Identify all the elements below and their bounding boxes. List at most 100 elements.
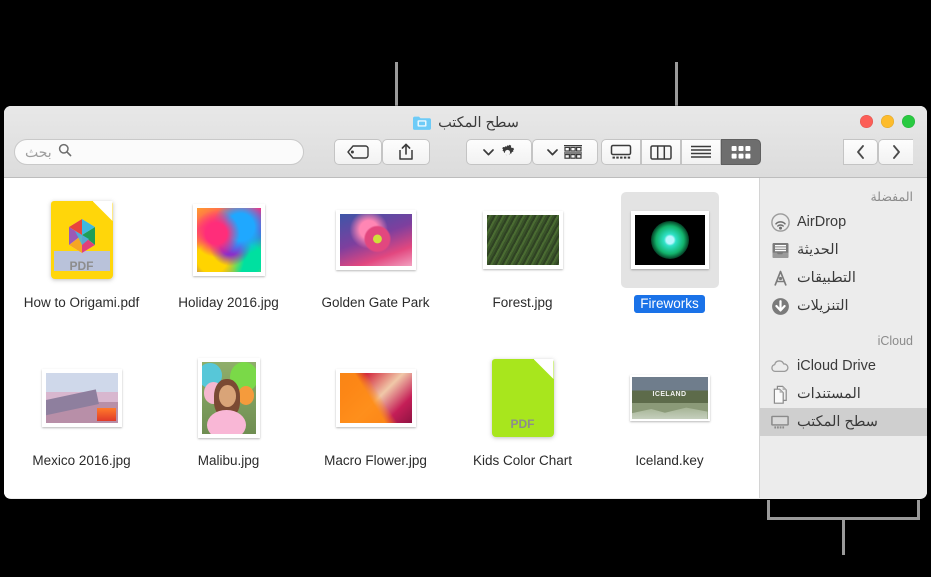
thumbnail-container: [188, 350, 270, 446]
sidebar-item-desktop[interactable]: سطح المكتب: [760, 408, 927, 436]
sidebar-item-applications[interactable]: التطبيقات: [760, 264, 927, 292]
tag-button[interactable]: [334, 139, 382, 165]
sidebar-item-label: الحديثة: [797, 242, 839, 258]
recents-tray-icon: [770, 240, 790, 260]
icon-view-button[interactable]: [721, 139, 761, 165]
search-placeholder: بحث: [25, 143, 52, 160]
file-item-macro-flower[interactable]: Macro Flower.jpg: [302, 344, 449, 499]
file-label: Malibu.jpg: [197, 453, 260, 468]
file-grid[interactable]: PDF How to Origami.pdf Holiday 2016.jpg: [4, 178, 759, 498]
screenshot-canvas: سطح المكتب بحث المفضلة AirDrop الحديثة ا…: [0, 0, 931, 577]
thumbnail-container: [183, 192, 275, 288]
sidebar-section-header-favorites: المفضلة: [870, 190, 913, 204]
sidebar-item-downloads[interactable]: التنزيلات: [760, 292, 927, 320]
file-label: Holiday 2016.jpg: [178, 295, 279, 310]
photo-thumbnail: [192, 204, 265, 276]
arrange-menu-button[interactable]: [532, 139, 598, 165]
sidebar-item-label: سطح المكتب: [797, 414, 878, 430]
file-item-mexico-2016[interactable]: Mexico 2016.jpg: [8, 344, 155, 499]
forward-button[interactable]: [878, 139, 913, 165]
list-view-button[interactable]: [681, 139, 721, 165]
thumbnail-container: PDF: [41, 192, 123, 288]
sidebar-item-label: التنزيلات: [797, 298, 849, 314]
tag-share-group[interactable]: [334, 139, 440, 165]
pdf-document-icon: PDF: [50, 201, 113, 279]
thumbnail-container: [326, 192, 426, 288]
cover-flow-view-button[interactable]: [601, 139, 641, 165]
photo-thumbnail: [630, 211, 709, 269]
sidebar-item-label: AirDrop: [797, 214, 847, 230]
back-button[interactable]: [843, 139, 878, 165]
file-label: Macro Flower.jpg: [324, 453, 427, 468]
thumbnail-container: PDF: [482, 350, 564, 446]
keynote-thumbnail: ICELAND: [629, 375, 710, 421]
menu-buttons-group[interactable]: [466, 139, 608, 165]
photo-thumbnail: [335, 369, 416, 427]
photo-thumbnail: [335, 210, 416, 270]
column-view-button[interactable]: [641, 139, 681, 165]
file-label: Golden Gate Park: [321, 295, 430, 310]
file-item-kids-color-chart[interactable]: PDF Kids Color Chart: [449, 344, 596, 499]
sidebar-section-header-icloud: iCloud: [877, 334, 913, 348]
gear-icon: [501, 144, 514, 155]
chevron-down-icon: [547, 148, 558, 155]
zoom-button[interactable]: [902, 115, 915, 128]
view-mode-group[interactable]: [601, 139, 761, 165]
minimize-button[interactable]: [881, 115, 894, 128]
sidebar-item-icloud-drive[interactable]: iCloud Drive: [760, 352, 927, 380]
airdrop-icon: [770, 212, 790, 232]
cover-flow-icon: [610, 144, 632, 159]
sidebar: المفضلة AirDrop الحديثة التطبيقات التنزي…: [759, 178, 927, 498]
file-item-forest[interactable]: Forest.jpg: [449, 186, 596, 344]
file-item-fireworks[interactable]: Fireworks: [596, 186, 743, 344]
search-input[interactable]: بحث: [14, 139, 304, 165]
file-item-holiday-2016[interactable]: Holiday 2016.jpg: [155, 186, 302, 344]
file-item-iceland-key[interactable]: ICELAND Iceland.key: [596, 344, 743, 499]
file-label: How to Origami.pdf: [23, 295, 140, 310]
thumbnail-container-selected: [620, 192, 719, 288]
callout-tick-sidebar-b: [917, 500, 920, 518]
window-title-row: سطح المكتب: [4, 110, 927, 136]
callout-tick-sidebar-a: [767, 500, 770, 518]
file-item-how-to-origami[interactable]: PDF How to Origami.pdf: [8, 186, 155, 344]
search-icon: [58, 143, 72, 162]
group-items-icon: [564, 145, 582, 159]
file-label: Kids Color Chart: [472, 453, 573, 468]
finder-window: سطح المكتب بحث المفضلة AirDrop الحديثة ا…: [4, 106, 927, 499]
sidebar-item-label: iCloud Drive: [797, 358, 876, 374]
file-row: Mexico 2016.jpg Malibu.jpg Macro Flower.…: [8, 344, 755, 499]
sidebar-item-label: المستندات: [797, 386, 861, 402]
close-button[interactable]: [860, 115, 873, 128]
thumbnail-container: [326, 350, 426, 446]
callout-line-sidebar: [842, 517, 845, 555]
applications-icon: [770, 268, 790, 288]
list-view-icon: [691, 145, 711, 158]
window-controls[interactable]: [860, 115, 915, 128]
page-title: سطح المكتب: [438, 115, 519, 131]
pdf-document-icon: PDF: [491, 359, 554, 437]
documents-icon: [770, 384, 790, 404]
window-titlebar: سطح المكتب بحث: [4, 106, 927, 178]
downloads-arrow-icon: [770, 296, 790, 316]
file-row: PDF How to Origami.pdf Holiday 2016.jpg: [8, 186, 755, 344]
column-view-icon: [650, 144, 672, 160]
pdf-badge-label: PDF: [510, 417, 535, 431]
photo-thumbnail: [482, 211, 563, 269]
sidebar-item-airdrop[interactable]: AirDrop: [760, 208, 927, 236]
sidebar-item-documents[interactable]: المستندات: [760, 380, 927, 408]
share-button[interactable]: [382, 139, 430, 165]
desktop-icon: [770, 412, 790, 432]
action-menu-button[interactable]: [466, 139, 532, 165]
cloud-icon: [770, 356, 790, 376]
file-label: Mexico 2016.jpg: [32, 453, 131, 468]
window-body: المفضلة AirDrop الحديثة التطبيقات التنزي…: [4, 178, 927, 498]
file-item-golden-gate-park[interactable]: Golden Gate Park: [302, 186, 449, 344]
sidebar-item-recents[interactable]: الحديثة: [760, 236, 927, 264]
file-label: Forest.jpg: [492, 295, 553, 310]
thumbnail-container: [32, 350, 132, 446]
navigation-buttons[interactable]: [843, 139, 913, 165]
file-item-malibu[interactable]: Malibu.jpg: [155, 344, 302, 499]
photo-thumbnail: [197, 358, 260, 438]
thumbnail-container: [473, 192, 573, 288]
photo-thumbnail: [41, 369, 122, 427]
